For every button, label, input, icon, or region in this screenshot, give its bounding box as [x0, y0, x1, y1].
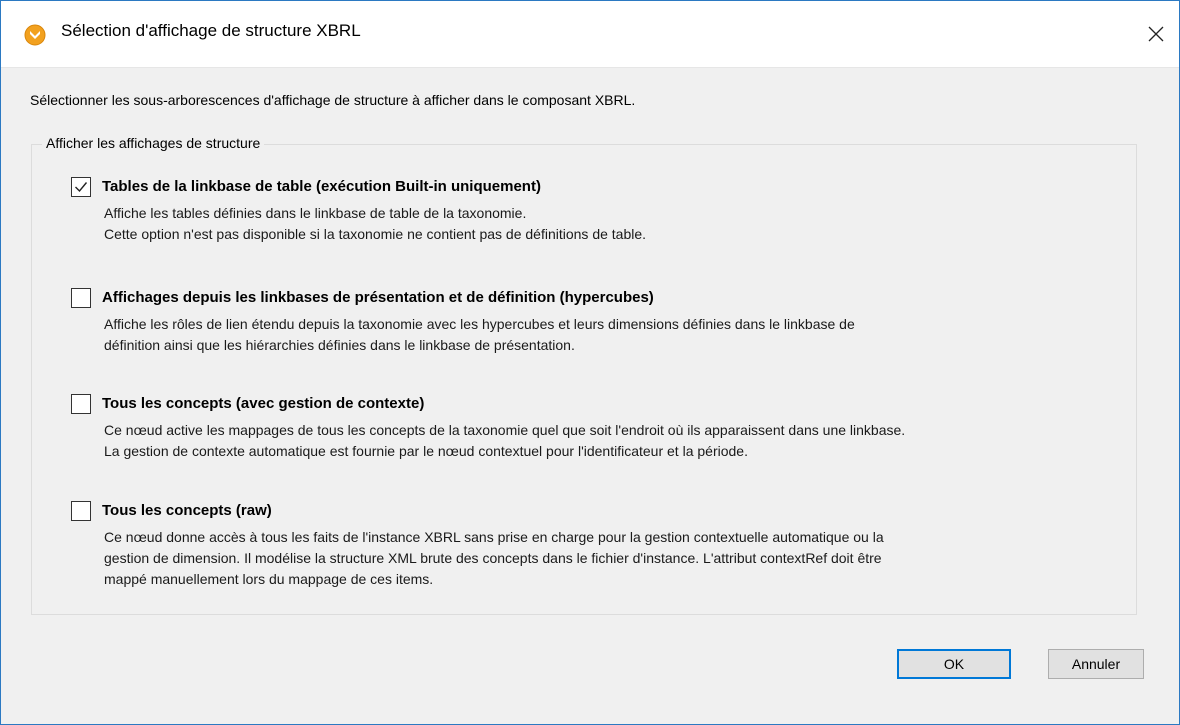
- option-description: Affiche les tables définies dans le link…: [104, 203, 1180, 245]
- checkbox-all-concepts-raw[interactable]: [71, 501, 91, 521]
- window-title: Sélection d'affichage de structure XBRL: [61, 21, 361, 40]
- option-label[interactable]: Tous les concepts (raw): [102, 501, 272, 521]
- option-description: Ce nœud active les mappages de tous les …: [104, 420, 1180, 462]
- option-description-line: Ce nœud active les mappages de tous les …: [104, 422, 906, 438]
- instruction-text: Sélectionner les sous-arborescences d'af…: [30, 92, 636, 108]
- option-description-line: La gestion de contexte automatique est f…: [104, 443, 748, 459]
- checkbox-all-concepts-context[interactable]: [71, 394, 91, 414]
- checkbox-table-linkbase[interactable]: [71, 177, 91, 197]
- option-label[interactable]: Tous les concepts (avec gestion de conte…: [102, 394, 424, 414]
- altova-logo-icon: [24, 24, 46, 46]
- cancel-button[interactable]: Annuler: [1048, 649, 1144, 679]
- ok-button[interactable]: OK: [897, 649, 1011, 679]
- checkbox-presentation-definition[interactable]: [71, 288, 91, 308]
- option-description-line: Affiche les rôles de lien étendu depuis …: [104, 316, 855, 332]
- title-bar[interactable]: Sélection d'affichage de structure XBRL: [1, 1, 1179, 68]
- option-description-line: mappé manuellement lors du mappage de ce…: [104, 571, 434, 587]
- option-label[interactable]: Tables de la linkbase de table (exécutio…: [102, 177, 541, 197]
- option-description-line: Cette option n'est pas disponible si la …: [104, 226, 647, 242]
- option-description: Affiche les rôles de lien étendu depuis …: [104, 314, 1180, 356]
- close-button[interactable]: [1133, 1, 1179, 67]
- option-label[interactable]: Affichages depuis les linkbases de prése…: [102, 288, 654, 308]
- option-description-line: gestion de dimension. Il modélise la str…: [104, 550, 882, 566]
- option-description-line: Ce nœud donne accès à tous les faits de …: [104, 529, 884, 545]
- checkmark-icon: [75, 182, 88, 193]
- option-description-line: Affiche les tables définies dans le link…: [104, 205, 527, 221]
- option-description: Ce nœud donne accès à tous les faits de …: [104, 527, 1180, 590]
- close-icon: [1148, 26, 1164, 42]
- option-description-line: définition ainsi que les hiérarchies déf…: [104, 337, 575, 353]
- dialog-window: Sélection d'affichage de structure XBRL …: [0, 0, 1180, 725]
- groupbox-legend: Afficher les affichages de structure: [42, 135, 265, 151]
